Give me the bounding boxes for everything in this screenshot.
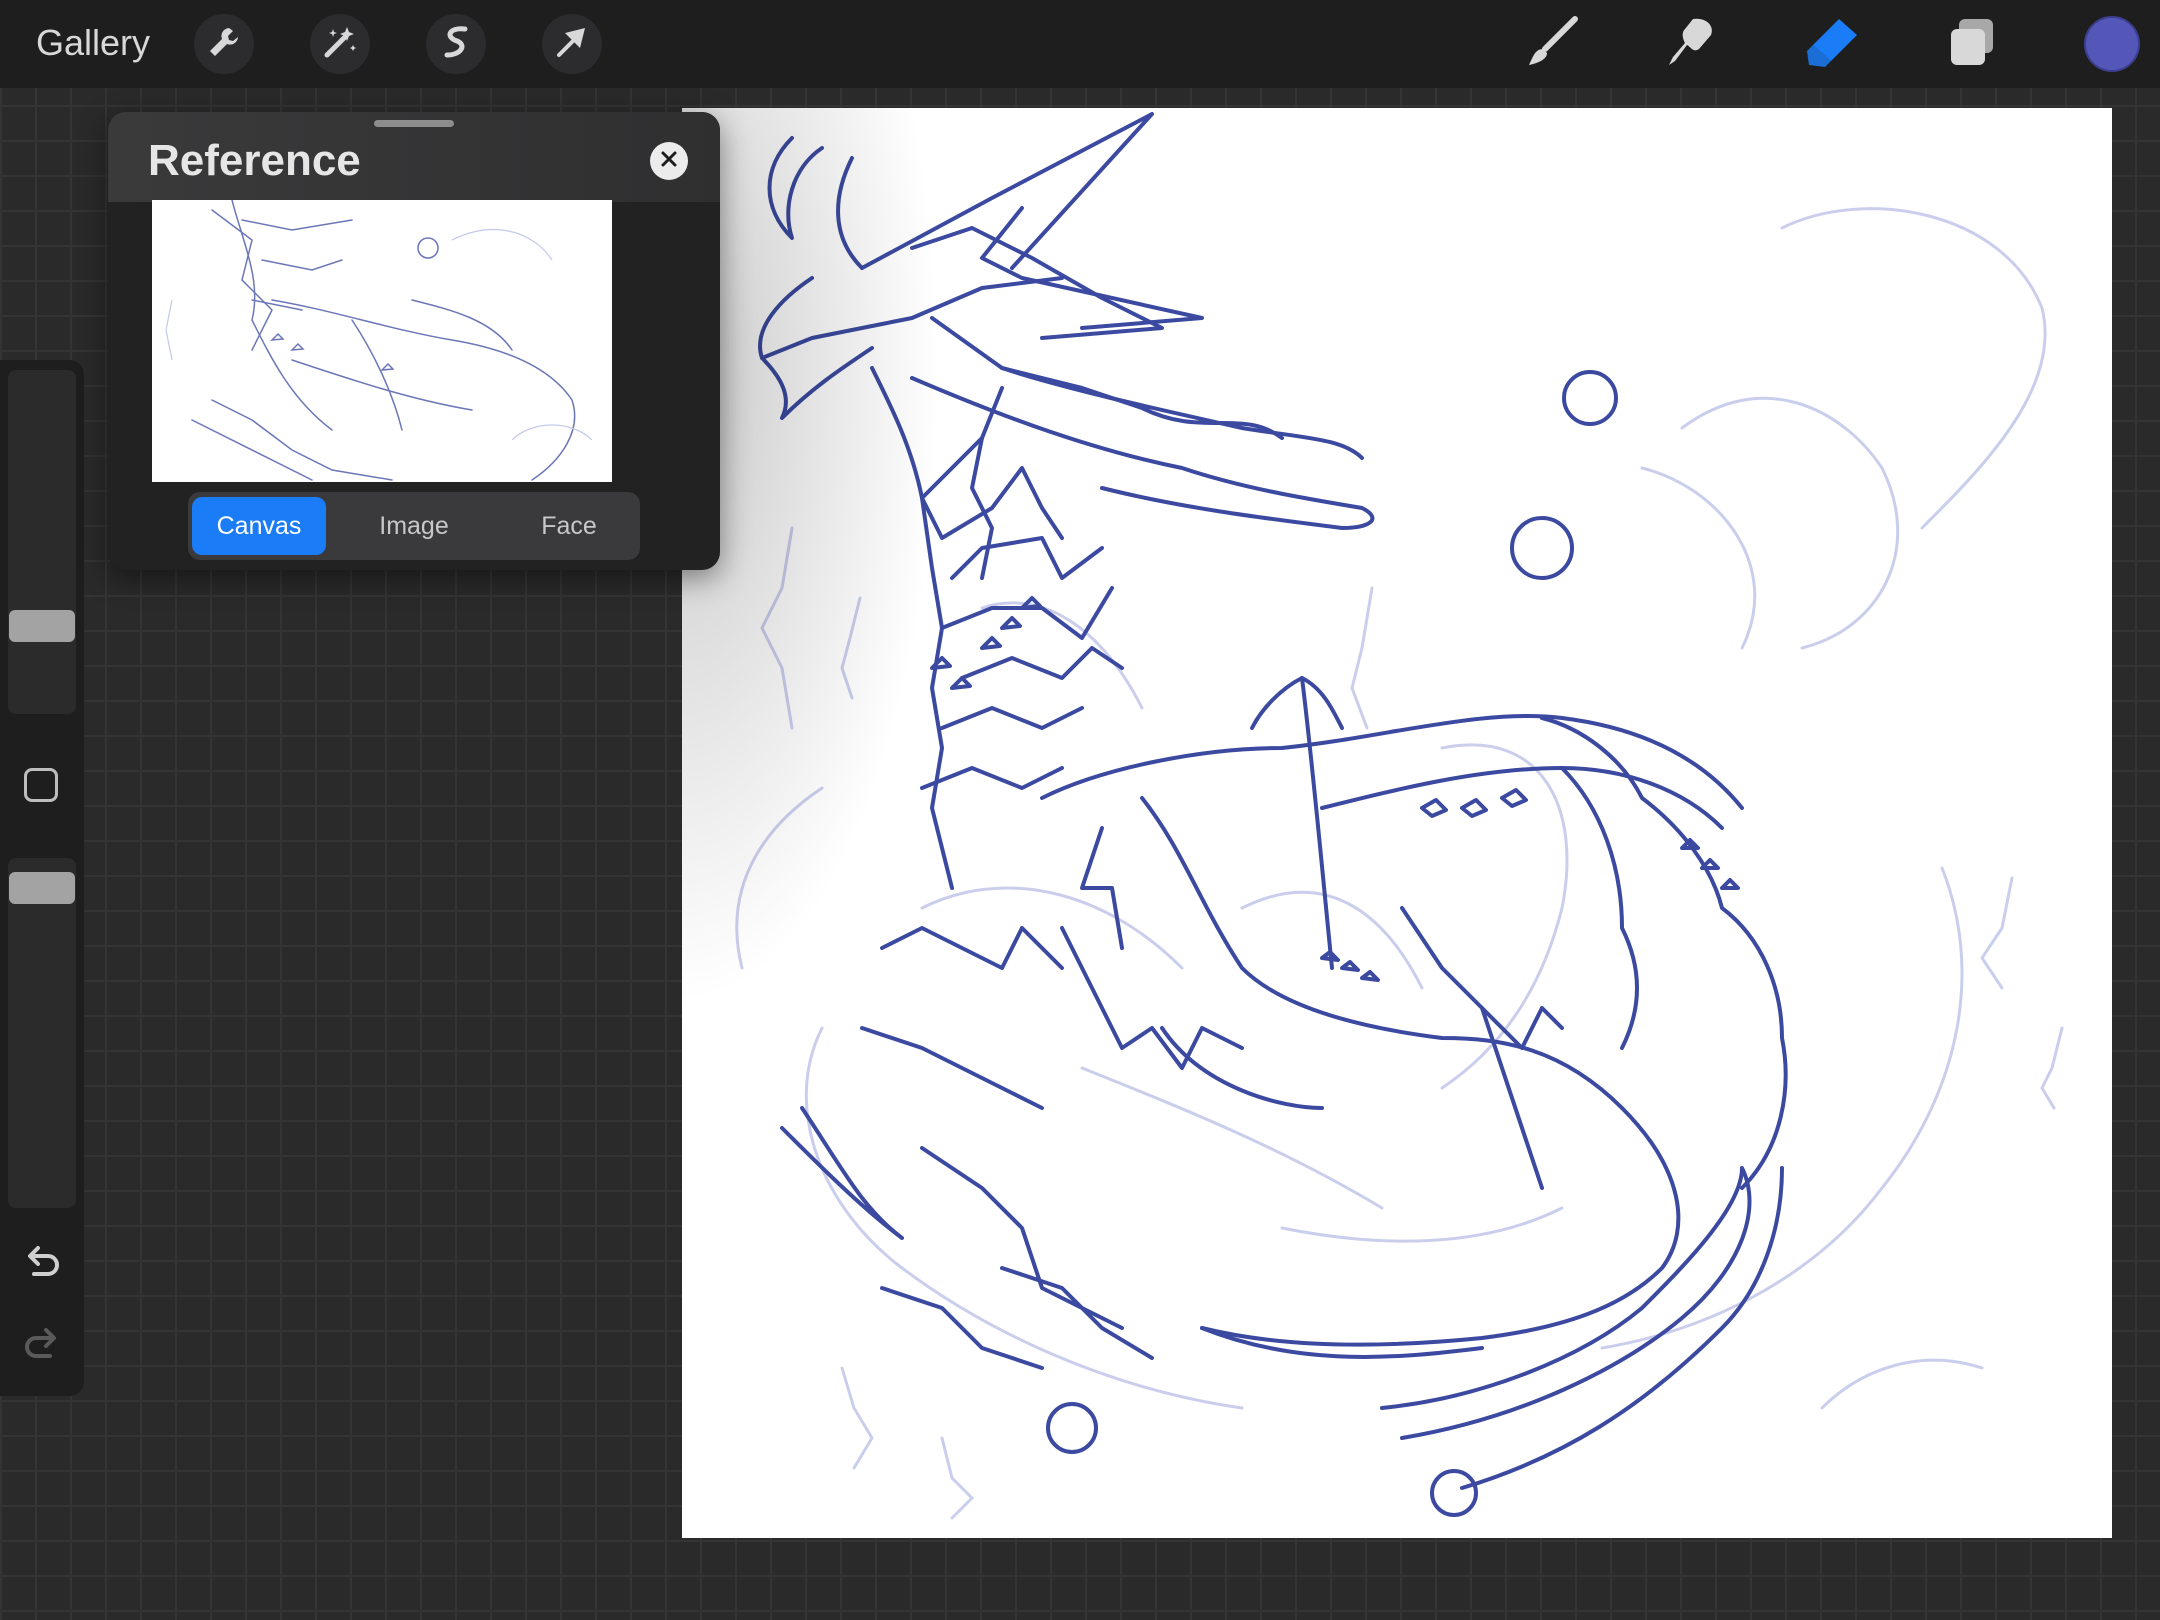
- actions-button[interactable]: [194, 14, 254, 74]
- brush-size-slider[interactable]: [8, 370, 76, 714]
- reference-drag-handle[interactable]: [374, 120, 454, 127]
- top-toolbar: Gallery: [0, 0, 2160, 88]
- redo-button[interactable]: [20, 1322, 64, 1366]
- dragon-line-art: [735, 112, 2064, 1520]
- eraser-icon: [1803, 13, 1861, 76]
- selection-button[interactable]: [426, 14, 486, 74]
- transform-arrow-icon: [553, 23, 591, 66]
- reference-close-button[interactable]: [650, 142, 688, 180]
- modify-button[interactable]: [24, 768, 58, 802]
- redo-icon: [20, 1328, 64, 1370]
- smudge-tool-button[interactable]: [1660, 14, 1724, 74]
- opacity-slider[interactable]: [8, 858, 76, 1208]
- reference-preview[interactable]: [152, 200, 612, 482]
- transform-button[interactable]: [542, 14, 602, 74]
- selection-icon: [437, 23, 475, 66]
- eraser-tool-button[interactable]: [1800, 14, 1864, 74]
- left-sidebar: [0, 360, 84, 1396]
- tab-canvas[interactable]: Canvas: [192, 497, 326, 555]
- tab-image[interactable]: Image: [347, 497, 481, 555]
- undo-icon: [20, 1246, 64, 1288]
- color-picker-button[interactable]: [2084, 16, 2140, 72]
- close-icon: [660, 150, 678, 173]
- reference-mode-segmented-control: Canvas Image Face: [188, 492, 640, 560]
- brush-size-slider-thumb[interactable]: [9, 610, 75, 642]
- brush-icon: [1523, 13, 1581, 76]
- reference-title: Reference: [148, 136, 361, 185]
- opacity-slider-thumb[interactable]: [9, 872, 75, 904]
- magic-wand-icon: [321, 23, 359, 66]
- gallery-button[interactable]: Gallery: [36, 22, 150, 64]
- layers-button[interactable]: [1940, 14, 2004, 74]
- brush-tool-button[interactable]: [1520, 14, 1584, 74]
- drawing-canvas[interactable]: [682, 108, 2112, 1538]
- smudge-icon: [1663, 13, 1721, 76]
- reference-thumbnail-art: [165, 200, 593, 481]
- layers-icon: [1943, 13, 2001, 76]
- tab-face[interactable]: Face: [502, 497, 636, 555]
- wrench-icon: [205, 23, 243, 66]
- adjustments-button[interactable]: [310, 14, 370, 74]
- undo-button[interactable]: [20, 1240, 64, 1284]
- reference-panel: Reference Canvas Image Face: [108, 112, 720, 570]
